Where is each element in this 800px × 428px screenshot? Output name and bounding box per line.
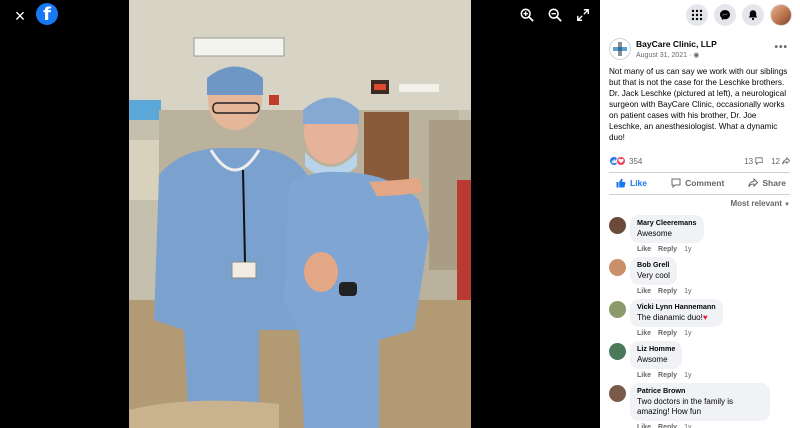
share-arrow-icon	[782, 157, 790, 165]
fullscreen-icon[interactable]	[576, 8, 590, 22]
comment-item: Vicki Lynn Hannemann The dianamic duo!♥ …	[609, 299, 800, 337]
comment-like-button[interactable]: Like	[637, 372, 651, 379]
commenter-avatar[interactable]	[609, 301, 626, 318]
zoom-out-icon[interactable]	[548, 8, 562, 22]
red-heart-icon: ♥	[702, 313, 708, 322]
comment-text: Two doctors in the family is amazing! Ho…	[637, 397, 734, 416]
post-meta: BayCare Clinic, LLP August 31, 2021 · ◉	[636, 39, 790, 59]
profile-avatar[interactable]	[770, 4, 792, 26]
post-actions: Like Comment Share	[600, 173, 800, 188]
comment-reply-button[interactable]: Reply	[658, 372, 677, 379]
comment-text: Awesome	[637, 229, 672, 238]
commenter-name[interactable]: Vicki Lynn Hannemann	[637, 302, 716, 311]
comment-bubble: Bob Grell Very cool	[630, 257, 677, 285]
photo-viewer: × f	[0, 0, 600, 428]
comment-reply-button[interactable]: Reply	[658, 330, 677, 337]
post-stats: 354 13 12	[600, 143, 800, 166]
stats-right: 13 12	[744, 157, 790, 166]
comments-list: Mary Cleeremans Awesome Like Reply 1y Bo…	[600, 208, 800, 428]
comment-time[interactable]: 1y	[684, 246, 691, 253]
comment-count-text: 13	[744, 156, 754, 166]
post-photo[interactable]	[129, 0, 471, 428]
commenter-avatar[interactable]	[609, 343, 626, 360]
comment-time[interactable]: 1y	[684, 288, 691, 295]
comment-bubble: Mary Cleeremans Awesome	[630, 215, 704, 243]
comment-bubble: Vicki Lynn Hannemann The dianamic duo!♥	[630, 299, 723, 327]
comment-bubble: Patrice Brown Two doctors in the family …	[630, 383, 770, 421]
reactions-summary[interactable]: 354	[609, 156, 642, 166]
commenter-name[interactable]: Patrice Brown	[637, 386, 763, 395]
commenter-name[interactable]: Mary Cleeremans	[637, 218, 697, 227]
messenger-icon[interactable]	[714, 4, 736, 26]
page-avatar[interactable]	[609, 38, 631, 60]
comment-text: Very cool	[637, 271, 670, 280]
comment-like-button[interactable]: Like	[637, 246, 651, 253]
comment-like-button[interactable]: Like	[637, 288, 651, 295]
like-button[interactable]: Like	[616, 178, 647, 188]
comment-item: Mary Cleeremans Awesome Like Reply 1y	[609, 215, 800, 253]
close-icon[interactable]: ×	[10, 6, 30, 26]
post-panel: BayCare Clinic, LLP August 31, 2021 · ◉ …	[600, 0, 800, 428]
commenter-avatar[interactable]	[609, 385, 626, 402]
comment-reply-button[interactable]: Reply	[658, 424, 677, 428]
share-count[interactable]: 12	[771, 157, 790, 166]
comment-bubble: Liz Homme Awsome	[630, 341, 683, 369]
more-options-icon[interactable]: •••	[774, 42, 788, 53]
love-reaction-icon	[616, 156, 626, 166]
comment-actions: Like Reply 1y	[637, 288, 691, 295]
commenter-avatar[interactable]	[609, 259, 626, 276]
commenter-name[interactable]: Liz Homme	[637, 344, 675, 353]
comment-actions: Like Reply 1y	[637, 424, 770, 428]
thumbs-up-icon	[616, 178, 626, 188]
comment-text: The dianamic duo!♥	[637, 313, 716, 323]
share-icon	[748, 178, 759, 188]
comment-reply-button[interactable]: Reply	[658, 288, 677, 295]
comment-icon	[671, 178, 681, 188]
post-date[interactable]: August 31, 2021 · ◉	[636, 51, 790, 59]
comment-like-button[interactable]: Like	[637, 330, 651, 337]
comment-sort-dropdown[interactable]: Most relevant ▼	[600, 195, 800, 208]
viewer-toolbar	[520, 8, 590, 22]
like-button-label: Like	[630, 178, 648, 188]
chevron-down-icon: ▼	[784, 202, 790, 208]
comment-bubble-icon	[755, 157, 763, 165]
commenter-avatar[interactable]	[609, 217, 626, 234]
post-header: BayCare Clinic, LLP August 31, 2021 · ◉ …	[600, 30, 800, 60]
facebook-logo-icon[interactable]: f	[36, 3, 58, 25]
public-globe-icon: ◉	[693, 52, 700, 59]
comment-text-content: The dianamic duo!	[637, 313, 703, 322]
comment-actions: Like Reply 1y	[637, 246, 704, 253]
share-button[interactable]: Share	[748, 178, 786, 188]
sort-label: Most relevant	[730, 199, 783, 208]
comment-time[interactable]: 1y	[684, 424, 691, 428]
share-button-label: Share	[762, 178, 786, 188]
share-count-text: 12	[771, 156, 780, 166]
comment-time[interactable]: 1y	[684, 330, 691, 337]
comment-reply-button[interactable]: Reply	[658, 246, 677, 253]
post-body-text: Not many of us can say we work with our …	[609, 67, 788, 142]
comment-count[interactable]: 13	[744, 157, 763, 166]
notifications-bell-icon[interactable]	[742, 4, 764, 26]
commenter-name[interactable]: Bob Grell	[637, 260, 670, 269]
comment-item: Liz Homme Awsome Like Reply 1y	[609, 341, 800, 379]
comment-item: Patrice Brown Two doctors in the family …	[609, 383, 800, 428]
reaction-count: 354	[629, 156, 643, 166]
comment-like-button[interactable]: Like	[637, 424, 651, 428]
post-date-text[interactable]: August 31, 2021	[636, 52, 687, 59]
comment-time[interactable]: 1y	[684, 372, 691, 379]
comment-text: Awsome	[637, 355, 668, 364]
comment-actions: Like Reply 1y	[637, 330, 723, 337]
page-name[interactable]: BayCare Clinic, LLP	[636, 39, 790, 49]
top-bar	[600, 0, 800, 30]
comment-item: Bob Grell Very cool Like Reply 1y	[609, 257, 800, 295]
zoom-in-icon[interactable]	[520, 8, 534, 22]
comment-actions: Like Reply 1y	[637, 372, 691, 379]
comment-button[interactable]: Comment	[671, 178, 724, 188]
comment-button-label: Comment	[685, 178, 725, 188]
menu-grid-icon[interactable]	[686, 4, 708, 26]
